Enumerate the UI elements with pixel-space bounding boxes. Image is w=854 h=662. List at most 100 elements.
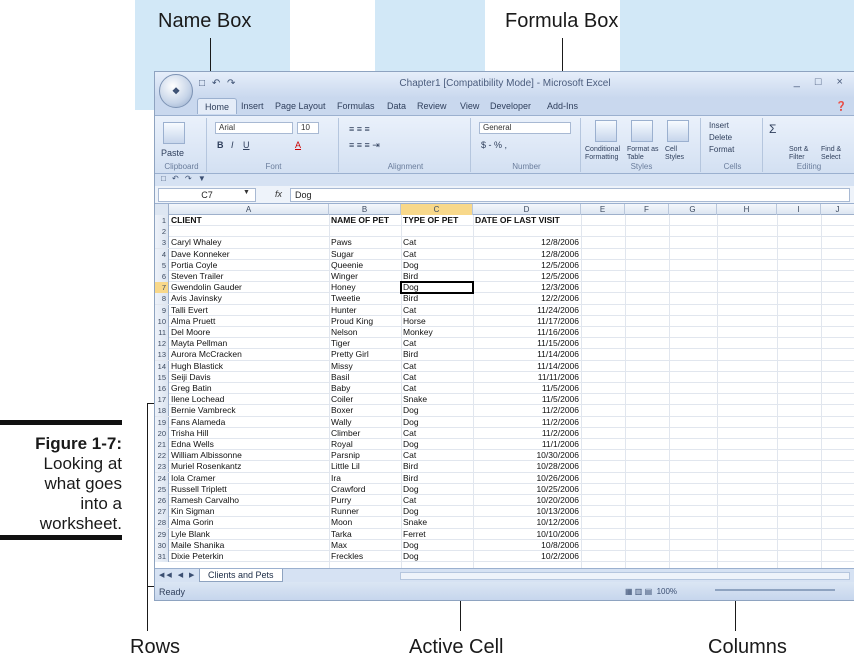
- row-header[interactable]: 9: [155, 304, 169, 316]
- conditional-formatting-icon[interactable]: [595, 120, 617, 142]
- cell-date[interactable]: 12/8/2006: [473, 249, 581, 260]
- cell-client[interactable]: Gwendolin Gauder: [169, 282, 329, 293]
- row-header[interactable]: 16: [155, 383, 169, 394]
- cell-type[interactable]: Dog: [401, 417, 473, 428]
- tab-review[interactable]: Review: [417, 101, 447, 111]
- cell-client[interactable]: Seiji Davis: [169, 372, 329, 383]
- cell-date[interactable]: 10/10/2006: [473, 529, 581, 540]
- paste-icon[interactable]: [163, 122, 185, 144]
- cell-date[interactable]: 11/16/2006: [473, 327, 581, 338]
- tab-data[interactable]: Data: [387, 101, 406, 111]
- column-header-a[interactable]: A: [169, 204, 329, 215]
- cell-date[interactable]: 11/14/2006: [473, 361, 581, 372]
- cell-name[interactable]: Boxer: [329, 405, 401, 416]
- row-header[interactable]: 12: [155, 338, 169, 350]
- paste-button[interactable]: Paste: [161, 148, 184, 158]
- cell-name[interactable]: Sugar: [329, 249, 401, 260]
- cell-name[interactable]: Moon: [329, 517, 401, 528]
- cell-client[interactable]: Dave Konneker: [169, 249, 329, 260]
- name-box[interactable]: C7: [158, 188, 256, 202]
- cell-type[interactable]: Ferret: [401, 529, 473, 540]
- cell-name[interactable]: Wally: [329, 417, 401, 428]
- cell-type[interactable]: Bird: [401, 461, 473, 472]
- cell-name[interactable]: Crawford: [329, 484, 401, 495]
- cell-date[interactable]: 11/2/2006: [473, 417, 581, 428]
- column-header-h[interactable]: H: [717, 204, 777, 215]
- format-as-table-button[interactable]: Format as Table: [627, 146, 661, 162]
- cell-type[interactable]: Bird: [401, 293, 473, 304]
- cell-client[interactable]: Portia Coyle: [169, 260, 329, 271]
- row-header[interactable]: 13: [155, 349, 169, 361]
- row-header[interactable]: 4: [155, 248, 169, 260]
- cell-date[interactable]: 11/1/2006: [473, 439, 581, 450]
- cell-name[interactable]: Ira: [329, 473, 401, 484]
- cell-type[interactable]: Snake: [401, 517, 473, 528]
- cell-date[interactable]: 11/15/2006: [473, 338, 581, 349]
- bold-button[interactable]: B: [217, 140, 224, 150]
- cell-name[interactable]: Tweetie: [329, 293, 401, 304]
- cell-type[interactable]: Bird: [401, 349, 473, 360]
- cell-client[interactable]: Ilene Lochead: [169, 394, 329, 405]
- cell-styles-button[interactable]: Cell Styles: [665, 146, 695, 162]
- row-header[interactable]: 29: [155, 528, 169, 540]
- view-buttons[interactable]: ▦ ▥ ▤ 100%: [625, 582, 677, 600]
- row-header[interactable]: 18: [155, 405, 169, 417]
- row-header[interactable]: 8: [155, 293, 169, 305]
- horizontal-scrollbar[interactable]: [400, 572, 850, 580]
- tab-developer[interactable]: Developer: [490, 101, 531, 111]
- cell-date[interactable]: [473, 226, 581, 237]
- select-all-corner[interactable]: [155, 204, 169, 215]
- cell-date[interactable]: 10/8/2006: [473, 540, 581, 551]
- cell-type[interactable]: Dog: [401, 484, 473, 495]
- cell-date[interactable]: 11/11/2006: [473, 372, 581, 383]
- cell-date[interactable]: 10/28/2006: [473, 461, 581, 472]
- column-header-c[interactable]: C: [401, 204, 473, 215]
- row-header[interactable]: 3: [155, 237, 169, 249]
- cell-name[interactable]: Pretty Girl: [329, 349, 401, 360]
- cell-date[interactable]: 12/5/2006: [473, 260, 581, 271]
- row-header[interactable]: 20: [155, 427, 169, 439]
- cell-name[interactable]: Tarka: [329, 529, 401, 540]
- cell-client[interactable]: Fans Alameda: [169, 417, 329, 428]
- cell-date[interactable]: 11/2/2006: [473, 405, 581, 416]
- row-header[interactable]: 14: [155, 360, 169, 372]
- underline-button[interactable]: U: [243, 140, 250, 150]
- cell-client[interactable]: Steven Trailer: [169, 271, 329, 282]
- cell-client[interactable]: Ramesh Carvalho: [169, 495, 329, 506]
- cell-date[interactable]: 11/14/2006: [473, 349, 581, 360]
- cell-client[interactable]: Avis Javinsky: [169, 293, 329, 304]
- row-header[interactable]: 31: [155, 551, 169, 562]
- align-icons[interactable]: ≡ ≡ ≡: [349, 124, 370, 134]
- cell-client[interactable]: Lyle Blank: [169, 529, 329, 540]
- cell-name[interactable]: Hunter: [329, 305, 401, 316]
- cell-type[interactable]: Dog: [401, 439, 473, 450]
- cell-type[interactable]: Dog: [401, 260, 473, 271]
- insert-cells-button[interactable]: Insert: [709, 121, 729, 130]
- row-header[interactable]: 27: [155, 506, 169, 518]
- row-header[interactable]: 24: [155, 472, 169, 484]
- cell-name[interactable]: Freckles: [329, 551, 401, 562]
- cell-date[interactable]: 11/2/2006: [473, 428, 581, 439]
- cell-client[interactable]: Kin Sigman: [169, 506, 329, 517]
- cell-name[interactable]: Baby: [329, 383, 401, 394]
- tab-view[interactable]: View: [460, 101, 479, 111]
- cell-date[interactable]: 12/5/2006: [473, 271, 581, 282]
- cell-type[interactable]: Bird: [401, 473, 473, 484]
- cell-date[interactable]: 10/30/2006: [473, 450, 581, 461]
- tab-add-ins[interactable]: Add-Ins: [547, 101, 578, 111]
- cell-date[interactable]: 10/12/2006: [473, 517, 581, 528]
- cell-name[interactable]: Queenie: [329, 260, 401, 271]
- help-icon[interactable]: ❓: [836, 101, 847, 112]
- cell-name[interactable]: Max: [329, 540, 401, 551]
- cell-type[interactable]: Cat: [401, 249, 473, 260]
- cell-type[interactable]: Cat: [401, 428, 473, 439]
- cell-name[interactable]: Coiler: [329, 394, 401, 405]
- window-controls[interactable]: _ □ ×: [794, 76, 849, 88]
- cell-name[interactable]: Purry: [329, 495, 401, 506]
- cell-type[interactable]: Horse: [401, 316, 473, 327]
- cell-type[interactable]: Snake: [401, 394, 473, 405]
- cell-type[interactable]: Cat: [401, 305, 473, 316]
- cell-date[interactable]: 11/5/2006: [473, 383, 581, 394]
- format-cells-button[interactable]: Format: [709, 145, 734, 154]
- name-box-dropdown-icon[interactable]: ▼: [243, 189, 250, 196]
